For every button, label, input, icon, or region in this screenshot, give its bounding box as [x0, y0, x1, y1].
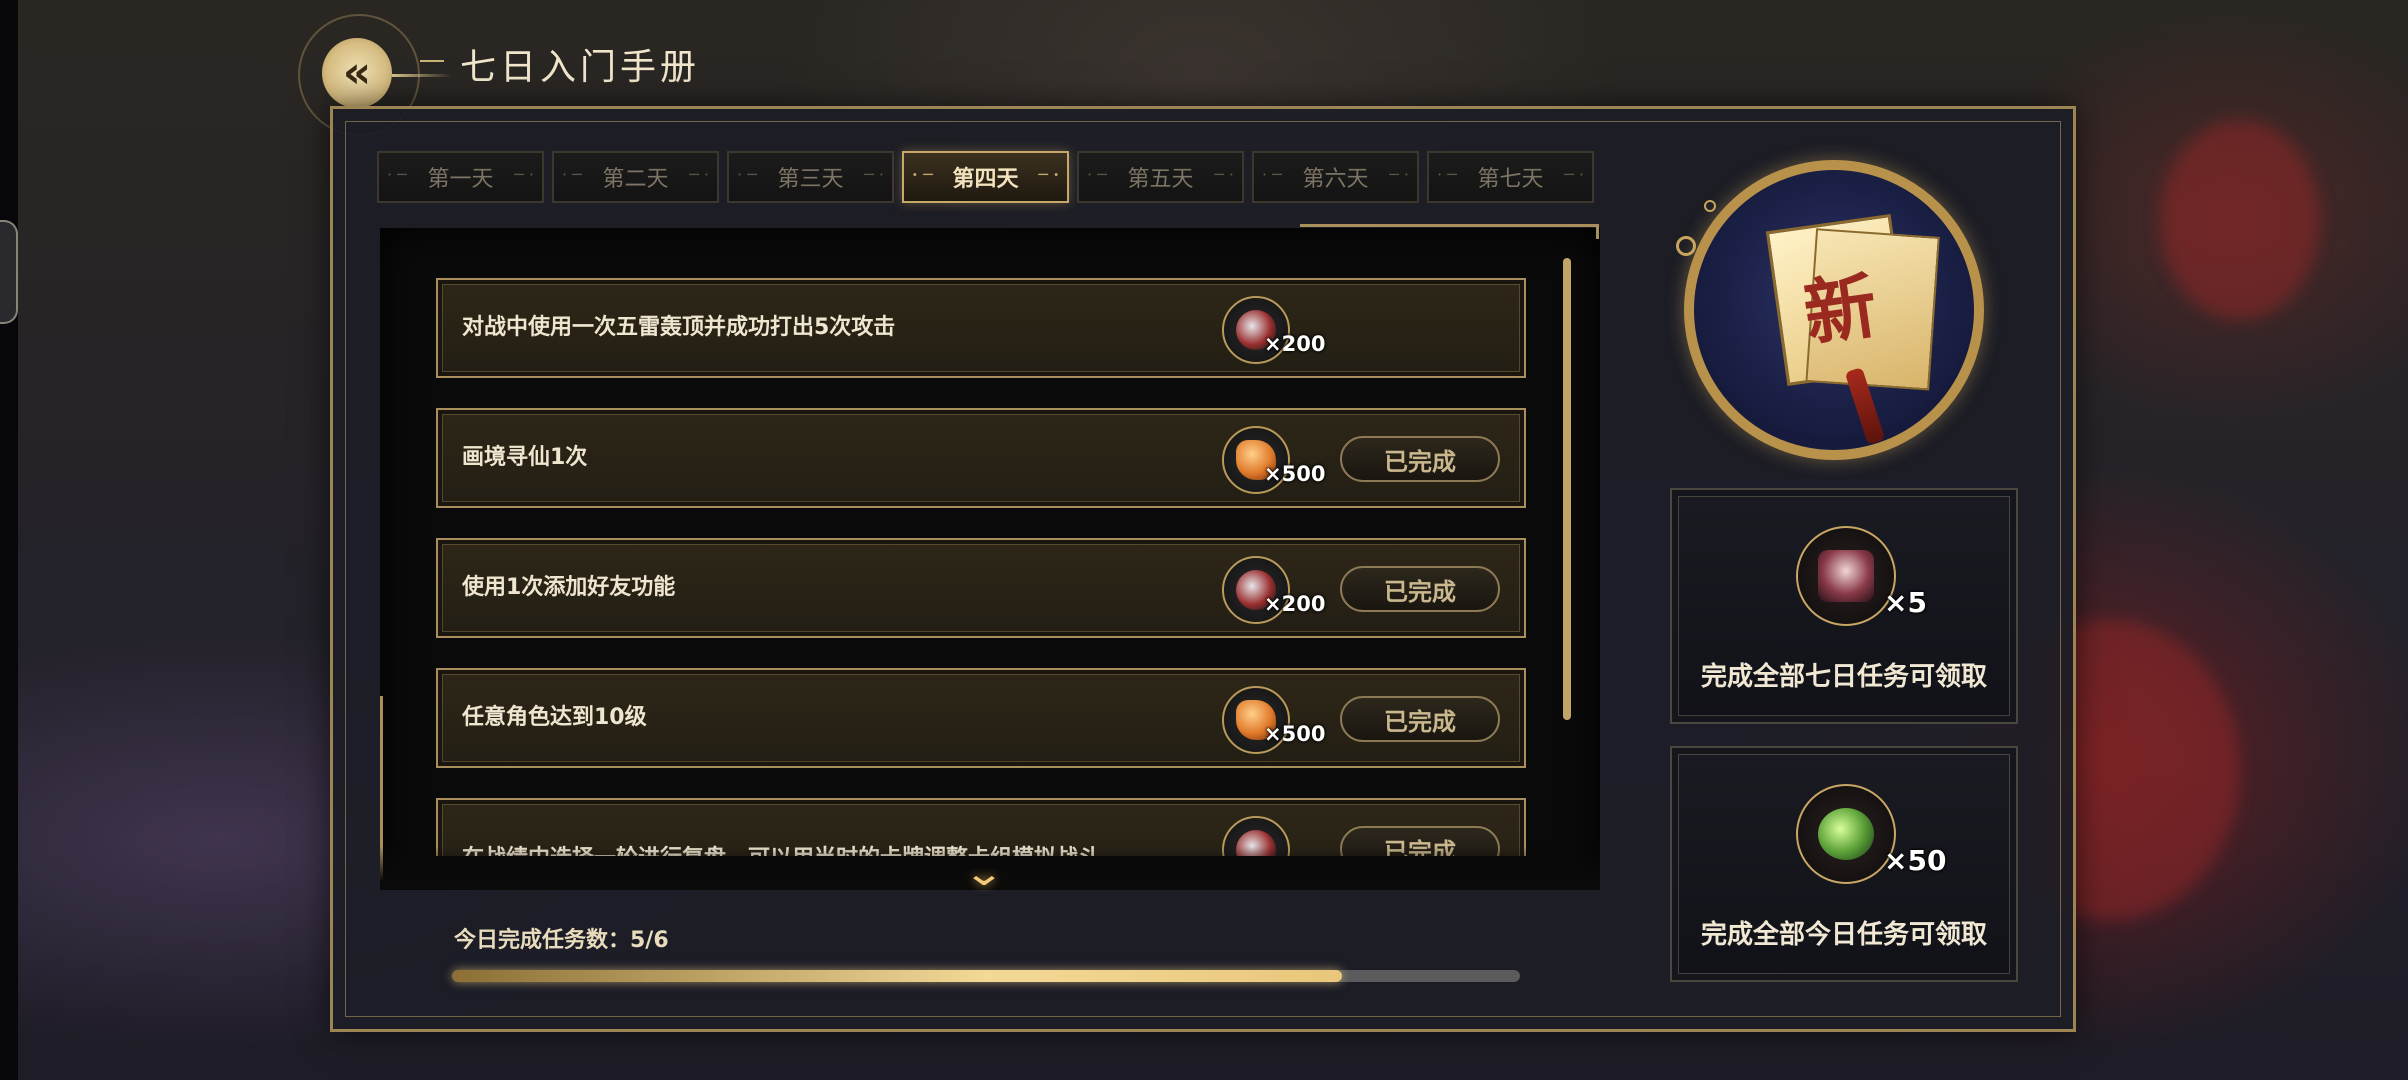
daily-progress-fill: [452, 970, 1342, 982]
task-description: 使用1次添加好友功能: [462, 575, 676, 600]
chevron-down-icon: ⌄: [962, 853, 1006, 894]
daily-progress-bar: [452, 970, 1520, 982]
screen-edge: [0, 0, 18, 1080]
tab-day-4[interactable]: 第四天: [902, 151, 1069, 203]
lantern-decoration: [2160, 120, 2320, 320]
decorative-circle: [1676, 236, 1696, 256]
back-arrow-tail: [392, 74, 452, 77]
reward-quantity: ×50: [1884, 844, 1947, 877]
manual-book-icon: 新: [1765, 213, 1913, 387]
task-description: 画境寻仙1次: [462, 445, 588, 470]
task-row: 使用1次添加好友功能 ×200 已完成: [436, 538, 1526, 638]
seven-day-reward-card[interactable]: ×5 完成全部七日任务可领取: [1670, 488, 2018, 724]
task-description: 任意角色达到10级: [462, 705, 647, 730]
task-row: 对战中使用一次五雷轰顶并成功打出5次攻击 ×200: [436, 278, 1526, 378]
reward-quantity: ×5: [1884, 586, 1927, 619]
reward-quantity: ×200: [1264, 332, 1326, 356]
tab-day-1[interactable]: 第一天: [377, 151, 544, 203]
panel-corner-ornament: [1300, 224, 1599, 239]
emblem-character: 新: [1798, 262, 1882, 357]
page-title: 七日入门手册: [460, 47, 701, 88]
jade-pendant-icon: [1796, 784, 1896, 884]
task-description: 对战中使用一次五雷轰顶并成功打出5次攻击: [462, 315, 896, 340]
reward-quantity: ×500: [1264, 462, 1326, 486]
decorative-circle: [1704, 200, 1716, 212]
side-drawer-handle[interactable]: [0, 220, 18, 324]
scroll-down-button[interactable]: ⌄: [954, 856, 1014, 896]
completed-button[interactable]: 已完成: [1340, 696, 1500, 742]
treasure-chest-icon: [1796, 526, 1896, 626]
task-row: 画境寻仙1次 ×500 已完成: [436, 408, 1526, 508]
tab-day-7[interactable]: 第七天: [1427, 151, 1594, 203]
completed-button[interactable]: 已完成: [1340, 436, 1500, 482]
reward-condition: 完成全部七日任务可领取: [1700, 662, 1987, 692]
daily-reward-card[interactable]: ×50 完成全部今日任务可领取: [1670, 746, 2018, 982]
back-arrow-icon: «: [322, 38, 392, 108]
reward-condition: 完成全部今日任务可领取: [1700, 920, 1987, 950]
tab-day-3[interactable]: 第三天: [727, 151, 894, 203]
scrollbar-thumb[interactable]: [1563, 258, 1571, 720]
title-divider: [420, 60, 444, 62]
daily-progress-label: 今日完成任务数：5/6: [454, 928, 669, 953]
tab-day-5[interactable]: 第五天: [1077, 151, 1244, 203]
novice-manual-emblem: 新: [1676, 152, 2006, 482]
tab-day-2[interactable]: 第二天: [552, 151, 719, 203]
tab-day-6[interactable]: 第六天: [1252, 151, 1419, 203]
day-tabs: 第一天 第二天 第三天 第四天 第五天 第六天 第七天: [377, 151, 1594, 203]
reward-quantity: ×200: [1264, 592, 1326, 616]
reward-quantity: ×500: [1264, 722, 1326, 746]
task-row: 任意角色达到10级 ×500 已完成: [436, 668, 1526, 768]
completed-button[interactable]: 已完成: [1340, 566, 1500, 612]
task-list[interactable]: 对战中使用一次五雷轰顶并成功打出5次攻击 ×200 画境寻仙1次 ×500 已完…: [436, 274, 1528, 856]
